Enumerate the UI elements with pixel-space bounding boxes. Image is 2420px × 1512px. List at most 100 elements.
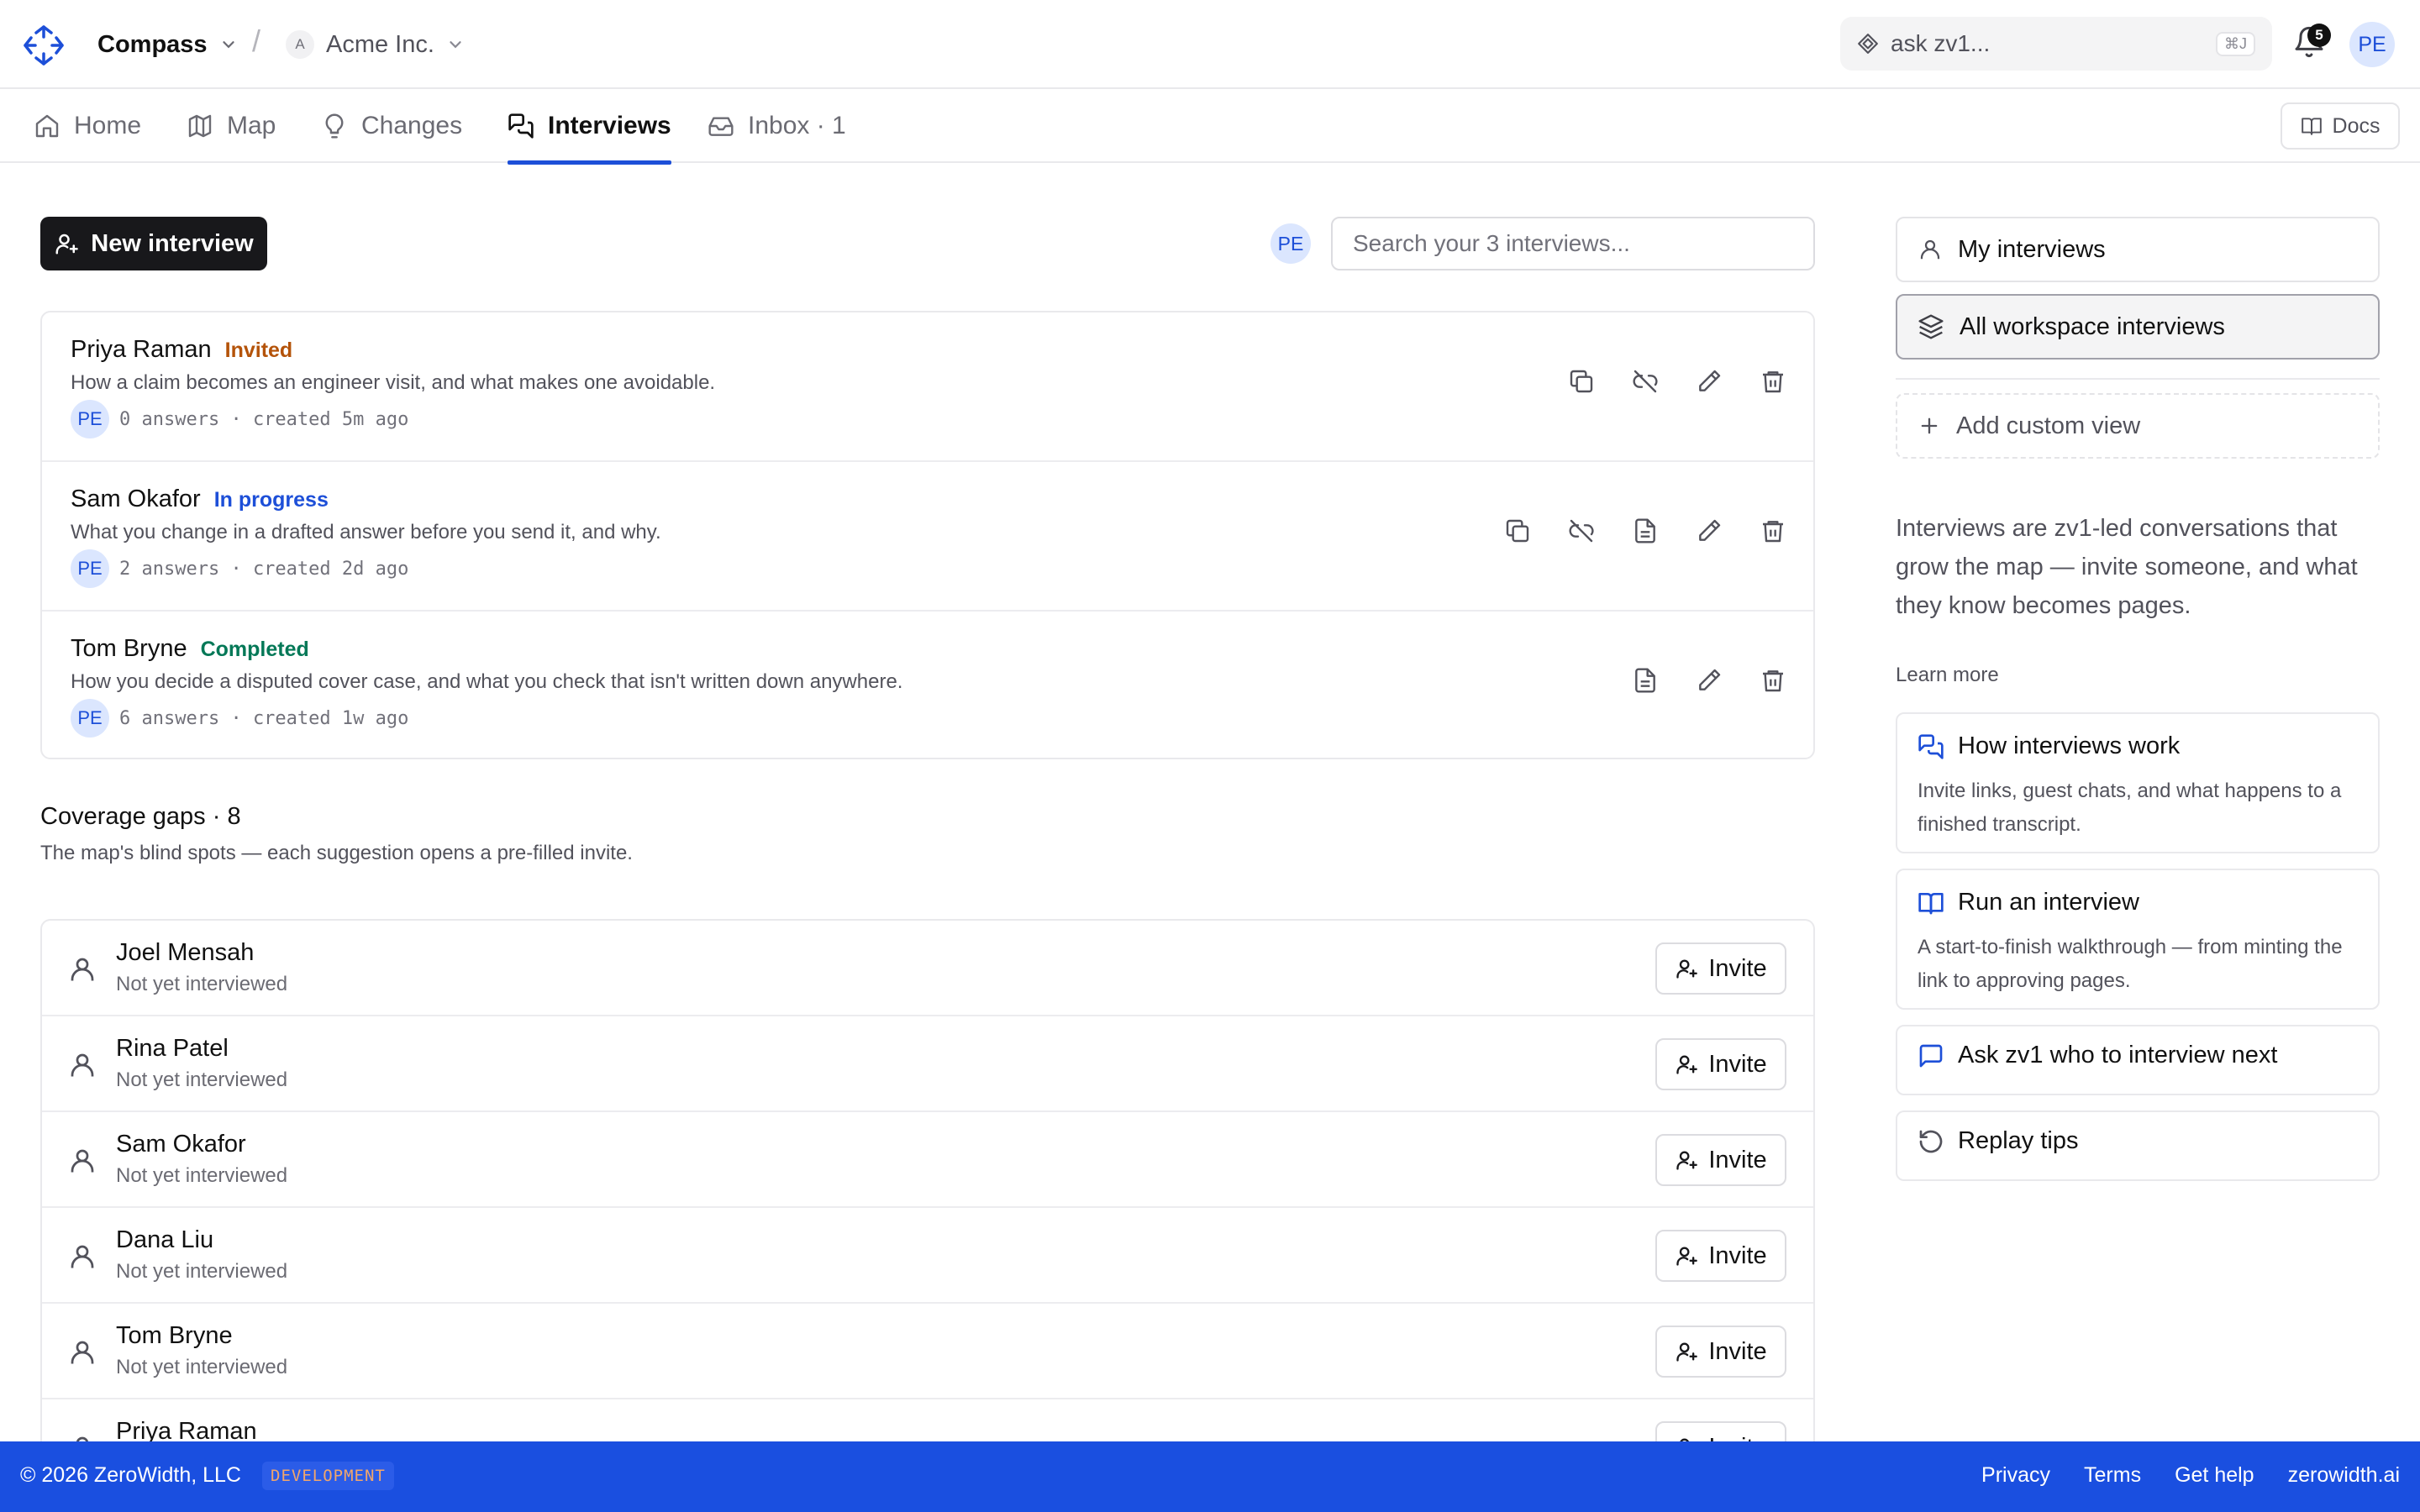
- edit-button[interactable]: [1694, 516, 1724, 546]
- delete-button[interactable]: [1758, 366, 1788, 396]
- docs-button[interactable]: Docs: [2281, 102, 2400, 150]
- invite-button[interactable]: Invite: [1655, 1038, 1786, 1090]
- interview-meta: PE 2 answers · created 2d ago: [71, 549, 408, 588]
- interview-topic: How you decide a disputed cover case, an…: [71, 670, 903, 693]
- view-all-workspace-interviews[interactable]: All workspace interviews: [1896, 294, 2380, 360]
- ask-zv1-search[interactable]: ask zv1... ⌘J: [1840, 17, 2272, 71]
- row-actions: [1630, 665, 1788, 696]
- person-status: Not yet interviewed: [116, 1260, 288, 1283]
- invite-label: Invite: [1708, 1146, 1767, 1173]
- interviews-description: Interviews are zv1-led conversations tha…: [1896, 515, 2358, 619]
- tab-interviews[interactable]: Interviews: [508, 89, 671, 165]
- org-name: Acme Inc.: [326, 30, 434, 58]
- copy-link-button[interactable]: [1502, 516, 1533, 546]
- edit-button[interactable]: [1694, 665, 1724, 696]
- owner-filter-avatar[interactable]: PE: [1270, 223, 1311, 264]
- row-actions: [1502, 516, 1788, 546]
- coverage-gaps-title: Coverage gaps · 8: [40, 803, 241, 830]
- edit-icon: [1699, 370, 1721, 391]
- trash-icon: [1763, 670, 1783, 692]
- book-icon: [2301, 118, 2322, 135]
- revoke-link-button[interactable]: [1566, 516, 1597, 546]
- revoke-link-button[interactable]: [1630, 366, 1660, 396]
- link-title-text: How interviews work: [1958, 732, 2181, 759]
- footer-link-privacy[interactable]: Privacy: [1981, 1463, 2050, 1488]
- link-title: How interviews work: [1918, 732, 2180, 760]
- copy-icon: [1506, 519, 1529, 543]
- chevron-down-icon: [450, 41, 461, 49]
- tab-map[interactable]: Map: [187, 89, 276, 163]
- person-status: Not yet interviewed: [116, 973, 288, 995]
- footer-link-get-help[interactable]: Get help: [2175, 1463, 2254, 1488]
- interview-header: Priya Raman Invited: [71, 336, 292, 364]
- interview-row[interactable]: Tom Bryne Completed How you decide a dis…: [42, 612, 1813, 758]
- delete-button[interactable]: [1758, 516, 1788, 546]
- interview-topic: How a claim becomes an engineer visit, a…: [71, 371, 716, 394]
- user-plus-icon: [1676, 959, 1698, 979]
- tab-home[interactable]: Home: [34, 89, 141, 163]
- user-icon: [71, 1053, 94, 1077]
- link-ask-zv1-who-to-interview[interactable]: Ask zv1 who to interview next: [1896, 1025, 2380, 1095]
- tab-changes[interactable]: Changes: [321, 89, 462, 163]
- view-label: All workspace interviews: [1960, 312, 2225, 340]
- link-title-text: Replay tips: [1958, 1127, 2079, 1154]
- copyright: © 2026 ZeroWidth, LLC: [20, 1463, 241, 1487]
- chevron-down-icon: [222, 41, 234, 49]
- link-title-text: Ask zv1 who to interview next: [1958, 1042, 2278, 1068]
- new-interview-button[interactable]: New interview: [40, 217, 267, 270]
- user-icon: [71, 958, 94, 981]
- delete-button[interactable]: [1758, 665, 1788, 696]
- tab-label: Inbox · 1: [748, 112, 846, 139]
- coverage-gaps-subtitle: The map's blind spots — each suggestion …: [40, 842, 633, 864]
- add-custom-view-button[interactable]: Add custom view: [1896, 393, 2380, 459]
- person-name: Joel Mensah: [116, 939, 255, 966]
- org-avatar: A: [286, 30, 314, 59]
- lightbulb-icon: [325, 113, 344, 139]
- tab-inbox[interactable]: Inbox · 1: [708, 89, 846, 163]
- chat-bubbles-icon: [508, 113, 534, 139]
- link-description: A start-to-finish walkthrough — from min…: [1918, 936, 2343, 992]
- view-transcript-button[interactable]: [1630, 516, 1660, 546]
- diamond-icon: [1858, 34, 1878, 54]
- user-avatar[interactable]: PE: [2349, 22, 2395, 67]
- link-replay-tips[interactable]: Replay tips: [1896, 1110, 2380, 1181]
- copy-link-button[interactable]: [1566, 366, 1597, 396]
- invite-button[interactable]: Invite: [1655, 1134, 1786, 1186]
- tab-label: Changes: [361, 112, 463, 139]
- workspace-switcher[interactable]: Compass: [97, 25, 238, 64]
- search-interviews-input[interactable]: [1331, 217, 1815, 270]
- interview-meta: PE 6 answers · created 1w ago: [71, 699, 408, 738]
- interview-row[interactable]: Priya Raman Invited How a claim becomes …: [42, 312, 1813, 462]
- list-item: Sam Okafor Not yet interviewed Invite: [42, 1112, 1813, 1208]
- invite-button[interactable]: Invite: [1655, 942, 1786, 995]
- meta-text: 0 answers · created 5m ago: [119, 408, 409, 430]
- invite-button[interactable]: Invite: [1655, 1230, 1786, 1282]
- invite-button[interactable]: Invite: [1655, 1326, 1786, 1378]
- add-view-label: Add custom view: [1956, 412, 2141, 439]
- footer-link-terms[interactable]: Terms: [2084, 1463, 2141, 1488]
- link-how-interviews-work[interactable]: How interviews work Invite links, guest …: [1896, 712, 2380, 853]
- interviewee-name: Tom Bryne: [71, 635, 187, 662]
- row-actions: [1566, 366, 1788, 396]
- interview-row[interactable]: Sam Okafor In progress What you change i…: [42, 462, 1813, 612]
- edit-icon: [1699, 519, 1721, 541]
- view-transcript-button[interactable]: [1630, 665, 1660, 696]
- footer-link-website[interactable]: zerowidth.ai: [2288, 1463, 2400, 1488]
- link-run-an-interview[interactable]: Run an interview A start-to-finish walkt…: [1896, 869, 2380, 1010]
- status-badge: Invited: [224, 339, 293, 362]
- link-title: Replay tips: [1918, 1127, 2078, 1155]
- copy-icon: [1570, 370, 1593, 393]
- book-icon: [1918, 892, 1944, 914]
- org-switcher[interactable]: A Acme Inc.: [286, 25, 465, 64]
- view-my-interviews[interactable]: My interviews: [1896, 217, 2380, 282]
- chat-bubbles-icon: [1918, 733, 1944, 759]
- main-nav: Home Map Changes Interviews Inbox · 1 Do…: [0, 89, 2420, 165]
- transcript-icon: [1635, 668, 1655, 693]
- invite-label: Invite: [1708, 1337, 1767, 1365]
- list-item: Dana Liu Not yet interviewed Invite: [42, 1208, 1813, 1304]
- compass-logo-icon[interactable]: [22, 24, 66, 67]
- edit-button[interactable]: [1694, 366, 1724, 396]
- learn-more-heading: Learn more: [1896, 664, 1999, 686]
- keyboard-shortcut: ⌘J: [2216, 31, 2255, 56]
- unlink-icon: [1633, 370, 1658, 393]
